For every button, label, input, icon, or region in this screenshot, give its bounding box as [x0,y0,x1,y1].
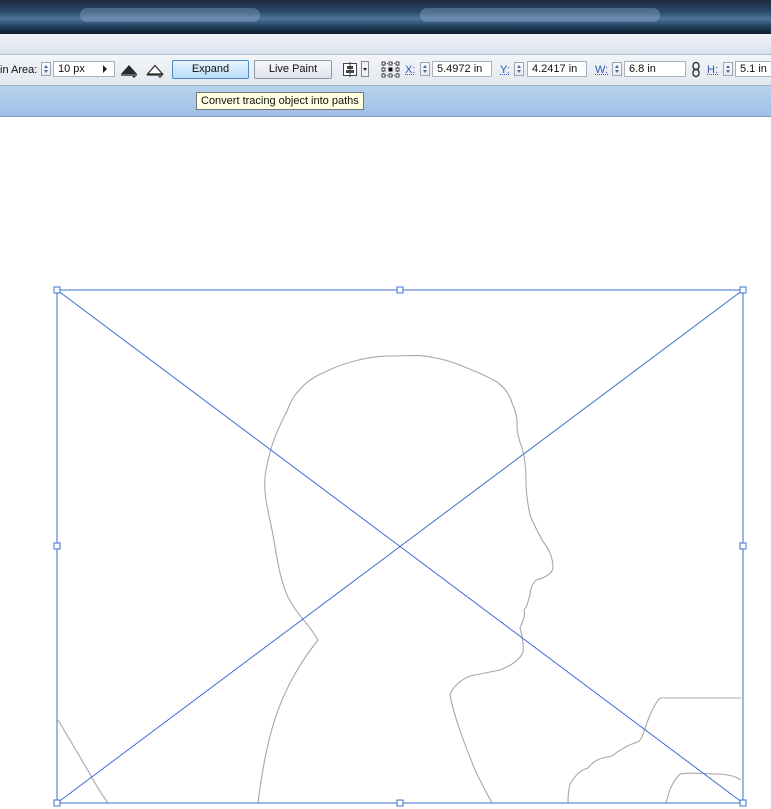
document-tab-bar [0,86,771,117]
vector-view-icon[interactable] [146,61,164,78]
h-value: 5.1 in [740,63,767,75]
artboard-canvas[interactable] [0,117,771,809]
y-field[interactable]: 4.2417 in [527,61,587,77]
handle-bottom-center[interactable] [396,799,404,807]
align-dropdown-arrow-icon[interactable] [361,61,369,77]
w-stepper[interactable] [612,62,622,76]
handle-top-center[interactable] [396,286,404,294]
handle-middle-right[interactable] [739,542,747,550]
x-field[interactable]: 5.4972 in [432,61,492,77]
traced-silhouette-outline [57,354,742,804]
expand-button[interactable]: Expand [172,60,249,79]
w-value: 6.8 in [629,63,656,75]
y-value: 4.2417 in [532,63,578,75]
title-bar-glow [80,8,260,22]
control-bar: in Area: 10 px Expand Live Paint X: 5.49… [0,55,771,86]
min-area-dropdown-arrow-icon[interactable] [103,65,107,73]
reference-point-icon[interactable] [381,61,400,78]
h-stepper[interactable] [723,62,733,76]
min-area-stepper[interactable] [41,62,51,76]
application-title-bar [0,0,771,34]
menu-strip [0,34,771,55]
raster-view-icon[interactable] [120,61,138,78]
min-area-value: 10 px [58,63,85,75]
expand-tooltip: Convert tracing object into paths [196,92,364,110]
w-label: W: [595,64,609,76]
h-field[interactable]: 5.1 in [735,61,771,77]
handle-bottom-right[interactable] [739,799,747,807]
x-value: 5.4972 in [437,63,483,75]
handle-top-right[interactable] [739,286,747,294]
h-label: H: [707,64,718,76]
y-label: Y: [500,64,510,76]
align-icon[interactable] [342,61,360,78]
x-label: X: [405,64,416,76]
link-proportions-icon[interactable] [691,61,701,78]
y-stepper[interactable] [514,62,524,76]
title-bar-glow [420,8,660,22]
live-paint-button[interactable]: Live Paint [254,60,332,79]
handle-middle-left[interactable] [53,542,61,550]
x-stepper[interactable] [420,62,430,76]
selection-bounding-box[interactable] [56,289,744,804]
w-field[interactable]: 6.8 in [624,61,686,77]
handle-top-left[interactable] [53,286,61,294]
min-area-label: in Area: [0,64,38,76]
handle-bottom-left[interactable] [53,799,61,807]
